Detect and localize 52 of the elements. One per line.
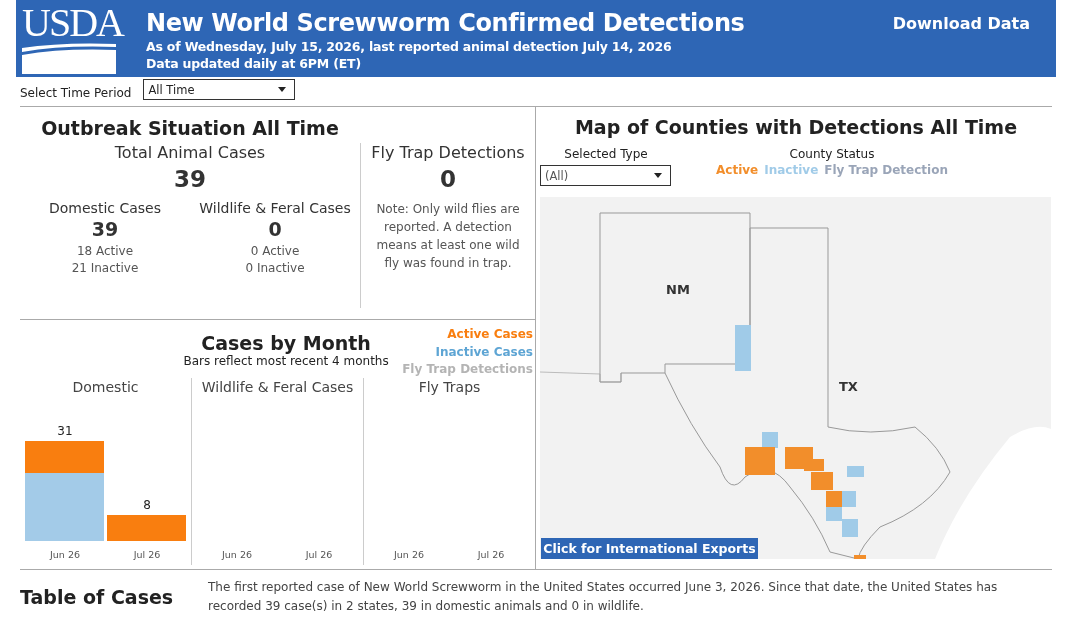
chart-title: Domestic [72, 379, 139, 395]
value-label: 31 [56, 424, 73, 438]
caret-icon [654, 173, 662, 178]
chart-title: Fly Traps [418, 379, 481, 395]
active-count: 0 Active [249, 243, 301, 260]
as-of-text: As of Wednesday, July 15, 2026, last reported animal detection July 14, 2026 [146, 38, 673, 55]
metric-label: Domestic Cases [48, 200, 162, 216]
section-title: Table of Cases [20, 585, 175, 610]
metric-value: 39 [173, 166, 207, 192]
metric-value: 0 [439, 166, 457, 192]
axis-label: Jul 26 [477, 549, 504, 560]
metric-value: 39 [90, 218, 120, 240]
section-title: Cases by Month [200, 332, 372, 354]
type-dropdown[interactable]: (All) [540, 165, 671, 186]
axis-label: Jun 26 [49, 549, 80, 560]
note-text: Note: Only wild flies are reported. A detection means at least one wild fly was found in trap. [375, 201, 521, 272]
field-waves-icon [22, 42, 116, 74]
legend-label: Inactive [764, 163, 819, 177]
metric-label: Total Animal Cases [113, 143, 267, 162]
metric-label: Wildlife & Feral Cases [198, 200, 352, 216]
legend-title: County Status [788, 147, 876, 161]
state-label: TX [839, 379, 858, 394]
legend-label: Fly Trap Detections [402, 361, 533, 378]
legend-label: Fly Trap Detection [824, 163, 948, 177]
legend-label: Active Cases [447, 326, 533, 343]
metric-value: 0 [267, 218, 283, 240]
type-label: Selected Type [563, 147, 649, 161]
value-label: 8 [142, 498, 151, 512]
axis-label: Jun 26 [221, 549, 252, 560]
axis-label: Jul 26 [133, 549, 160, 560]
legend-label: Inactive Cases [435, 343, 533, 361]
summary-text: The first reported case of New World Screwworm in the United States occurred June 3, 2026. Since that date, the United States has recorded 39 case(s) in 2 states, 39 in domestic animals and 0 in wildlife. [208, 579, 999, 615]
active-count: 18 Active [75, 243, 135, 260]
chart-title: Wildlife & Feral Cases [201, 379, 354, 395]
dashboard-title: New World Screwworm Confirmed Detections [146, 8, 746, 38]
metric-label: Fly Trap Detections [370, 143, 526, 162]
inactive-count: 0 Inactive [244, 260, 306, 277]
section-title: Map of Counties with Detections All Time [573, 116, 1019, 138]
update-note: Data updated daily at 6PM (ET) [146, 55, 362, 72]
caret-icon [278, 87, 287, 92]
axis-label: Jul 26 [305, 549, 332, 560]
state-label: NM [666, 282, 690, 297]
time-period-label: Select Time Period [20, 86, 132, 100]
usda-logo: USDA [22, 4, 125, 42]
international-exports-button[interactable]: Click for International Exports [541, 538, 758, 559]
download-link[interactable]: Download Data [892, 0, 1056, 33]
axis-label: Jun 26 [393, 549, 424, 560]
inactive-count: 21 Inactive [70, 260, 140, 277]
time-period-dropdown[interactable]: All Time [143, 79, 296, 100]
legend-label: Active [716, 163, 759, 177]
chart-subtitle: Bars reflect most recent 4 months [182, 354, 390, 368]
section-title: Outbreak Situation All Time [40, 117, 340, 139]
